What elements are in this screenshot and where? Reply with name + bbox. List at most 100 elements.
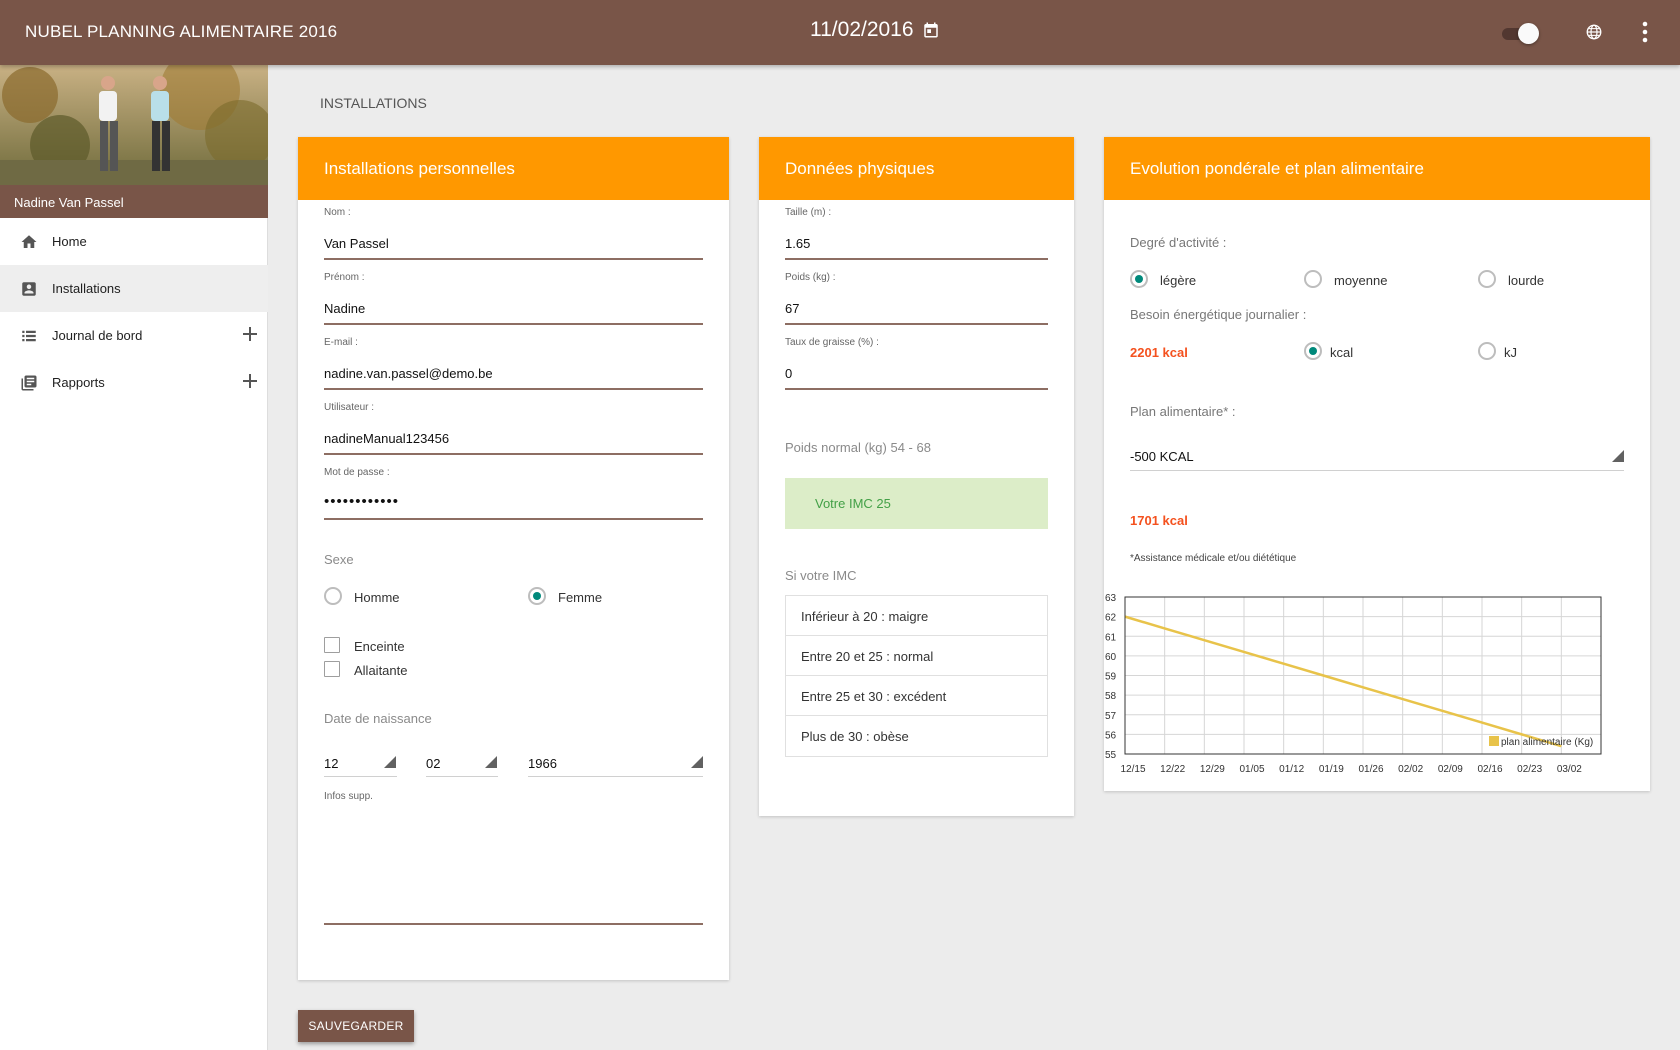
y-tick-label: 62 <box>1105 613 1117 624</box>
globe-icon[interactable] <box>1585 23 1603 41</box>
radio-unit-kj[interactable] <box>1478 342 1496 360</box>
x-tick-label: 01/19 <box>1319 764 1344 775</box>
x-tick-label: 02/23 <box>1517 764 1542 775</box>
dropdown-arrow-icon[interactable] <box>485 756 497 768</box>
radio-activity-legere-label: légère <box>1160 273 1197 288</box>
x-tick-label: 01/05 <box>1239 764 1264 775</box>
y-tick-label: 61 <box>1105 632 1117 643</box>
profile-photo <box>0 65 268 185</box>
radio-unit-kcal-label: kcal <box>1330 345 1354 360</box>
plan-result: 1701 kcal <box>1130 513 1188 528</box>
dropdown-arrow-icon[interactable] <box>384 756 396 768</box>
email-field[interactable]: nadine.van.passel@demo.be <box>324 366 493 381</box>
card-title: Evolution pondérale et plan alimentaire <box>1104 137 1650 200</box>
x-tick-label: 02/09 <box>1438 764 1463 775</box>
x-tick-label: 12/15 <box>1120 764 1145 775</box>
sidebar-item-home[interactable]: Home <box>0 218 268 265</box>
password-underline <box>324 518 703 520</box>
energy-value: 2201 kcal <box>1130 345 1188 360</box>
list-icon <box>22 330 36 342</box>
more-vert-icon[interactable] <box>1640 20 1650 44</box>
radio-activity-legere[interactable] <box>1130 270 1148 288</box>
x-tick-label: 02/16 <box>1477 764 1502 775</box>
plan-label: Plan alimentaire* : <box>1130 404 1236 419</box>
taille-field[interactable]: 1.65 <box>785 236 810 251</box>
x-tick-label: 01/26 <box>1358 764 1383 775</box>
legend-label: plan alimentaire (Kg) <box>1501 737 1593 748</box>
y-tick-label: 55 <box>1105 750 1117 761</box>
imc-row: Entre 20 et 25 : normal <box>786 636 1047 676</box>
medical-note: *Assistance médicale et/ou diététique <box>1130 553 1297 564</box>
mode-toggle[interactable] <box>1500 22 1540 44</box>
current-date[interactable]: 11/02/2016 <box>810 18 940 42</box>
graisse-label: Taux de graisse (%) : <box>785 337 879 348</box>
username-field[interactable]: nadineManual123456 <box>324 431 449 446</box>
prenom-field[interactable]: Nadine <box>324 301 365 316</box>
imc-row: Plus de 30 : obèse <box>801 729 909 744</box>
imc-row: Entre 25 et 30 : excédent <box>786 676 1047 716</box>
poids-label: Poids (kg) : <box>785 272 836 283</box>
top-app-bar: NUBEL PLANNING ALIMENTAIRE 2016 11/02/20… <box>0 0 1680 65</box>
expand-plus-icon[interactable] <box>243 374 257 388</box>
radio-activity-lourde[interactable] <box>1478 270 1496 288</box>
nom-label: Nom : <box>324 207 351 218</box>
sidebar-item-label: Rapports <box>52 375 105 390</box>
plan-select[interactable]: -500 KCAL <box>1130 449 1194 464</box>
card-title: Installations personnelles <box>298 137 729 200</box>
imc-result-box: Votre IMC 25 <box>785 478 1048 529</box>
nom-field[interactable]: Van Passel <box>324 236 389 251</box>
radio-unit-kcal[interactable] <box>1304 342 1322 360</box>
infos-textarea[interactable] <box>324 808 703 923</box>
x-tick-label: 01/12 <box>1279 764 1304 775</box>
sidebar-item-installations[interactable]: Installations <box>0 265 268 312</box>
calendar-icon[interactable] <box>922 21 940 39</box>
date-text: 11/02/2016 <box>810 18 914 41</box>
card-title: Données physiques <box>759 137 1074 200</box>
expand-plus-icon[interactable] <box>243 327 257 341</box>
home-icon <box>21 235 37 248</box>
sidebar-item-label: Home <box>52 234 87 249</box>
taille-label: Taille (m) : <box>785 207 832 218</box>
infos-label: Infos supp. <box>324 791 373 802</box>
birth-year-select[interactable]: 1966 <box>528 756 557 771</box>
x-tick-label: 02/02 <box>1398 764 1423 775</box>
app-title: NUBEL PLANNING ALIMENTAIRE 2016 <box>25 22 338 41</box>
sidebar-item-label: Journal de bord <box>52 328 143 343</box>
imc-row: Inférieur à 20 : maigre <box>786 596 1047 636</box>
sidebar-item-journal[interactable]: Journal de bord <box>0 312 268 359</box>
chart-legend: plan alimentaire (Kg) <box>1489 736 1593 748</box>
password-field[interactable]: •••••••••••• <box>324 493 399 510</box>
sidebar-nav: Home Installations Journal de bord Rappo… <box>0 218 268 406</box>
save-button[interactable]: SAUVEGARDER <box>298 1010 414 1042</box>
birth-day-underline <box>324 776 397 777</box>
reports-icon <box>21 375 37 391</box>
dropdown-arrow-icon[interactable] <box>1612 450 1624 462</box>
radio-femme-label: Femme <box>558 590 603 605</box>
energy-label: Besoin énergétique journalier : <box>1130 307 1307 322</box>
contact-card-icon <box>22 282 36 296</box>
prenom-label: Prénom : <box>324 272 365 283</box>
checkbox-enceinte[interactable] <box>324 637 340 653</box>
radio-femme[interactable] <box>528 587 546 605</box>
birth-day-select[interactable]: 12 <box>324 756 338 771</box>
birth-month-select[interactable]: 02 <box>426 756 440 771</box>
personal-settings-card: Installations personnelles Nom : Van Pas… <box>298 137 729 980</box>
y-tick-label: 56 <box>1105 730 1117 741</box>
y-tick-label: 63 <box>1105 593 1117 604</box>
weight-plan-chart: 55 56 57 58 59 60 61 62 63 12/15 12/22 12/29 01/05 0… <box>1105 593 1602 775</box>
radio-activity-moyenne[interactable] <box>1304 270 1322 288</box>
birth-year-underline <box>528 776 703 777</box>
prenom-underline <box>324 323 703 325</box>
graisse-field[interactable]: 0 <box>785 366 792 381</box>
username-underline <box>324 453 703 455</box>
imc-table: Inférieur à 20 : maigre Entre 20 et 25 :… <box>785 595 1048 757</box>
poids-field[interactable]: 67 <box>785 301 799 316</box>
radio-homme[interactable] <box>324 587 342 605</box>
page-title: INSTALLATIONS <box>320 95 427 111</box>
checkbox-allaitante[interactable] <box>324 661 340 677</box>
x-tick-label: 12/29 <box>1200 764 1225 775</box>
dropdown-arrow-icon[interactable] <box>691 756 703 768</box>
sidebar-item-rapports[interactable]: Rapports <box>0 359 268 406</box>
legend-swatch <box>1489 736 1499 746</box>
email-underline <box>324 388 703 390</box>
